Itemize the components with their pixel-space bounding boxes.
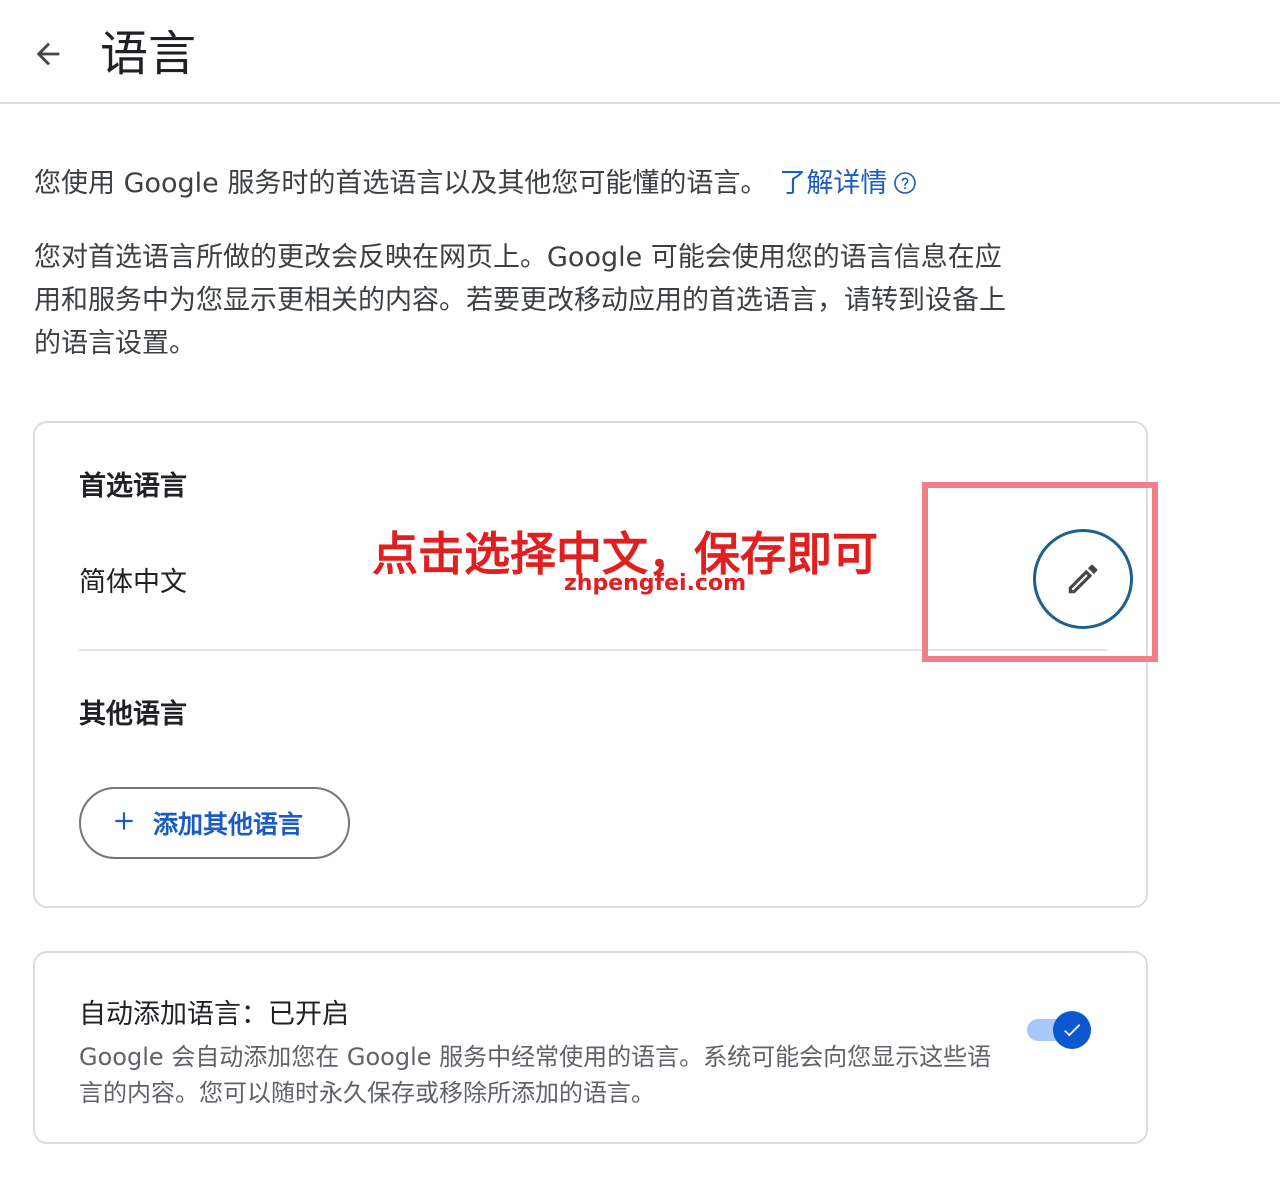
auto-add-languages-card: 自动添加语言：已开启 Google 会自动添加您在 Google 服务中经常使用… xyxy=(33,951,1148,1144)
toggle-thumb xyxy=(1053,1011,1091,1049)
watermark-text: zhpengfei.com xyxy=(564,571,747,596)
arrow-back-icon xyxy=(36,42,60,66)
intro-text: 您使用 Google 服务时的首选语言以及其他您可能懂的语言。 了解详情 xyxy=(34,164,1034,207)
preferred-language-title: 首选语言 xyxy=(79,471,187,502)
page-title: 语言 xyxy=(100,26,197,82)
learn-more-link[interactable]: 了解详情 xyxy=(779,168,917,199)
section-divider xyxy=(79,649,1107,651)
edit-preferred-language-button[interactable] xyxy=(1033,529,1133,629)
auto-add-toggle[interactable] xyxy=(1027,1011,1091,1051)
plus-icon xyxy=(111,806,137,840)
add-other-language-button[interactable]: 添加其他语言 xyxy=(79,787,350,859)
preferred-language-value: 简体中文 xyxy=(79,567,187,598)
back-button[interactable] xyxy=(24,30,72,78)
auto-add-description: Google 会自动添加您在 Google 服务中经常使用的语言。系统可能会向您… xyxy=(79,1043,992,1107)
intro-sentence: 您使用 Google 服务时的首选语言以及其他您可能懂的语言。 xyxy=(34,168,768,199)
description-text: 您对首选语言所做的更改会反映在网页上。Google 可能会使用您的语言信息在应用… xyxy=(34,242,1006,359)
add-language-label: 添加其他语言 xyxy=(153,810,304,839)
app-header: 语言 xyxy=(0,0,1280,104)
check-icon xyxy=(1064,1024,1081,1037)
learn-more-label: 了解详情 xyxy=(779,168,888,199)
pencil-icon xyxy=(1068,564,1098,594)
auto-add-title: 自动添加语言：已开启 xyxy=(79,999,349,1030)
help-circle-icon xyxy=(893,167,917,207)
other-languages-title: 其他语言 xyxy=(79,699,187,730)
languages-card: 首选语言 简体中文 其他语言 添加其他语言 xyxy=(33,421,1148,908)
